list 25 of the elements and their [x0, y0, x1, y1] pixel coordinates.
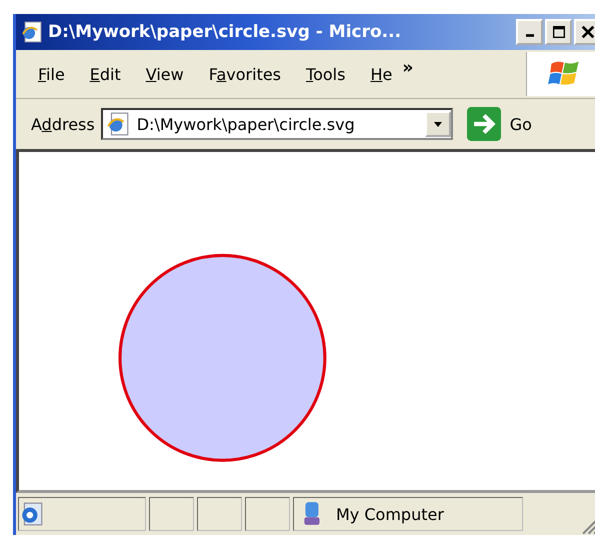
page-icon [20, 20, 44, 44]
menu-item[interactable]: Favorites [208, 64, 282, 84]
close-icon [580, 24, 595, 40]
menu-item[interactable]: View [146, 64, 184, 84]
menu-item[interactable]: He [370, 64, 392, 84]
page-icon [104, 111, 131, 137]
close-button[interactable] [574, 19, 595, 45]
dropdown-button[interactable] [424, 111, 451, 137]
menu-item[interactable]: Tools [306, 64, 346, 84]
minimize-icon [526, 34, 534, 37]
status-pane [245, 497, 290, 531]
zone-label: My Computer [336, 504, 444, 524]
menu-item[interactable]: Edit [90, 64, 121, 84]
caret-icon [432, 119, 443, 129]
maximize-button[interactable] [545, 19, 572, 45]
address-label: Address [31, 114, 95, 134]
minimize-button[interactable] [516, 19, 543, 45]
status-pane [197, 497, 242, 531]
go-button[interactable]: Go [466, 107, 532, 141]
more-menu-button[interactable]: » [402, 58, 414, 78]
maximize-icon [550, 24, 566, 40]
status-pane [149, 497, 194, 531]
address-field[interactable]: D:\Mywork\paper\circle.svg [100, 108, 453, 140]
window-title: D:\Mywork\paper\circle.svg - Micro... [48, 22, 402, 42]
menu-item[interactable]: File [38, 64, 65, 84]
